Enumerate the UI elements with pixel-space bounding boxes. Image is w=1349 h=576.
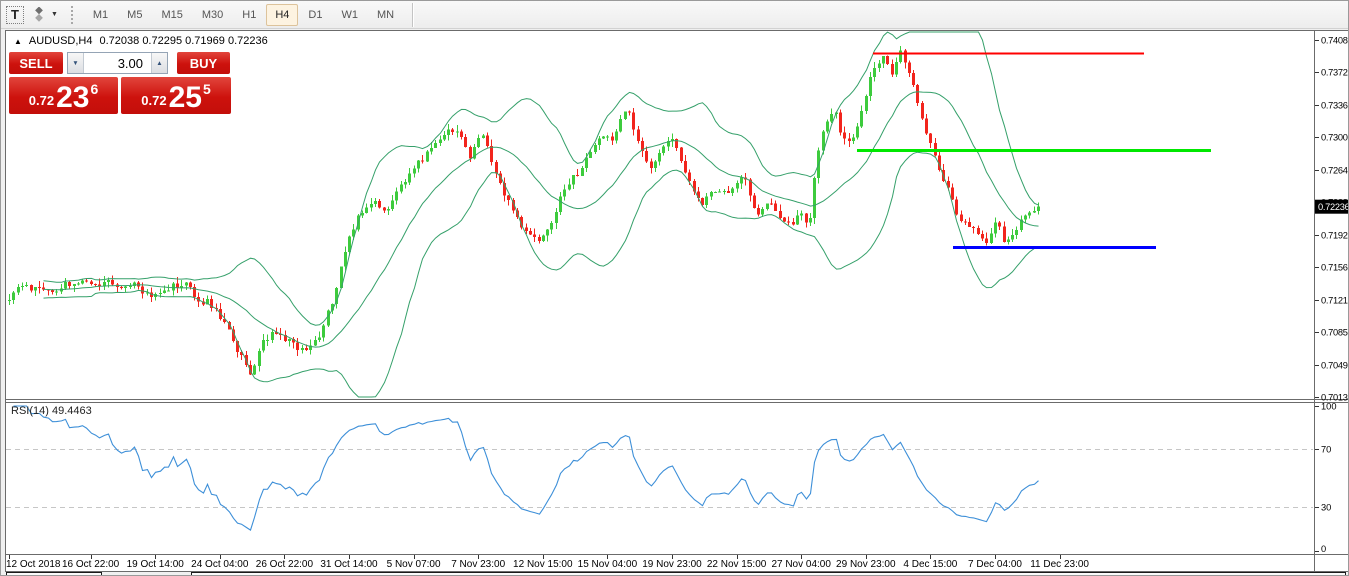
buy-button[interactable]: BUY [177, 52, 230, 74]
time-axis-label: 19 Oct 14:00 [127, 559, 185, 570]
timeframe-toolbar: M1 M5 M15 M30 H1 H4 D1 W1 MN [84, 3, 404, 26]
rsi-axis-label: 70 [1321, 445, 1331, 455]
current-price-tag-text: 0.72236 [1318, 202, 1349, 212]
arrows-icon [35, 7, 43, 22]
time-axis-label: 12 Nov 15:00 [513, 559, 573, 570]
minimized-window-edge[interactable] [191, 572, 1346, 576]
chevron-down-icon: ▼ [50, 11, 58, 18]
time-axis-label: 7 Nov 23:00 [451, 559, 505, 570]
time-axis-label: 7 Dec 04:00 [968, 559, 1022, 570]
timeframe-button-m1[interactable]: M1 [84, 4, 117, 26]
rsi-axis-label: 30 [1321, 503, 1331, 513]
price-axis-label: 0.74080 [1321, 36, 1349, 46]
time-axis-label: 26 Oct 22:00 [256, 559, 314, 570]
buy-price-box[interactable]: 0.72 25 5 [121, 77, 231, 114]
volume-increase-button[interactable]: ▲ [151, 53, 167, 73]
sell-price-box[interactable]: 0.72 23 6 [9, 77, 118, 114]
toolbar: T ▼ M1 M5 M15 M30 H1 H4 D1 W1 MN [1, 1, 1348, 29]
time-axis-label: 16 Oct 22:00 [62, 559, 120, 570]
timeframe-button-w1[interactable]: W1 [332, 4, 367, 26]
timeframe-button-m30[interactable]: M30 [193, 4, 232, 26]
collapse-panel-icon[interactable]: ▲ [14, 37, 22, 46]
rsi-axis-label: 100 [1321, 402, 1337, 412]
sell-price-prefix: 0.72 [28, 93, 55, 108]
buy-price-big: 25 [168, 81, 202, 114]
time-axis-label: 19 Nov 23:00 [642, 559, 702, 570]
one-click-trading-panel: SELL ▼ 3.00 ▲ BUY 0.72 23 6 0.72 25 5 [9, 52, 231, 114]
chart-title-row: ▲ AUDUSD,H4 0.72038 0.72295 0.71969 0.72… [14, 35, 268, 47]
arrows-tool-button[interactable]: ▼ [28, 4, 61, 26]
timeframe-button-h4[interactable]: H4 [266, 3, 299, 26]
price-axis-label: 0.71210 [1321, 296, 1349, 306]
buy-price-prefix: 0.72 [141, 93, 167, 108]
time-axis-label: 27 Nov 04:00 [771, 559, 831, 570]
time-axis-label: 11 Dec 23:00 [1030, 559, 1089, 570]
buy-price-pip: 5 [202, 81, 211, 97]
timeframe-button-m15[interactable]: M15 [152, 4, 191, 26]
price-axis-label: 0.72640 [1321, 166, 1349, 176]
price-axis-label: 0.70850 [1321, 328, 1349, 338]
sell-button[interactable]: SELL [9, 52, 63, 74]
volume-input[interactable]: 3.00 [84, 53, 151, 73]
time-axis-label: 29 Nov 23:00 [836, 559, 896, 570]
price-axis-label: 0.71920 [1321, 231, 1349, 241]
price-axis-label: 0.73000 [1321, 133, 1349, 143]
time-axis-label: 5 Nov 07:00 [387, 559, 441, 570]
time-axis-label: 22 Nov 15:00 [707, 559, 767, 570]
timeframe-button-d1[interactable]: D1 [299, 4, 331, 26]
price-axis-label: 0.73720 [1321, 68, 1349, 78]
volume-stepper: ▼ 3.00 ▲ [67, 52, 168, 74]
toolbar-grip [70, 5, 76, 24]
time-axis-label: 12 Oct 2018 [6, 559, 61, 570]
text-tool-icon: T [6, 5, 24, 24]
price-axis-label: 0.70490 [1321, 361, 1349, 371]
time-axis-label: 15 Nov 04:00 [578, 559, 638, 570]
text-tool-button[interactable]: T [6, 4, 24, 26]
time-axis-label: 4 Dec 15:00 [903, 559, 957, 570]
timeframe-button-h1[interactable]: H1 [233, 4, 265, 26]
timeframe-button-m5[interactable]: M5 [118, 4, 151, 26]
rsi-indicator-label: RSI(14) 49.4463 [11, 405, 92, 417]
sell-price-pip: 6 [90, 81, 99, 97]
mt4-window: T ▼ M1M5M15M30H1H4D1W1MN 0.74080 0.73720 0… [0, 0, 1349, 576]
toolbar-separator [412, 2, 414, 27]
ohlc-label: 0.72038 0.72295 0.71969 0.72236 [99, 35, 268, 47]
rsi-axis-label: 0 [1321, 544, 1326, 554]
timeframe-button-mn[interactable]: MN [368, 4, 403, 26]
minimized-window-edge[interactable] [6, 572, 102, 576]
price-axis-label: 0.71560 [1321, 263, 1349, 273]
volume-decrease-button[interactable]: ▼ [68, 53, 84, 73]
time-axis-label: 24 Oct 04:00 [191, 559, 249, 570]
time-axis-label: 31 Oct 14:00 [320, 559, 378, 570]
symbol-period-label: AUDUSD,H4 [28, 35, 93, 47]
price-axis-label: 0.73360 [1321, 101, 1349, 111]
sell-price-big: 23 [56, 81, 90, 114]
